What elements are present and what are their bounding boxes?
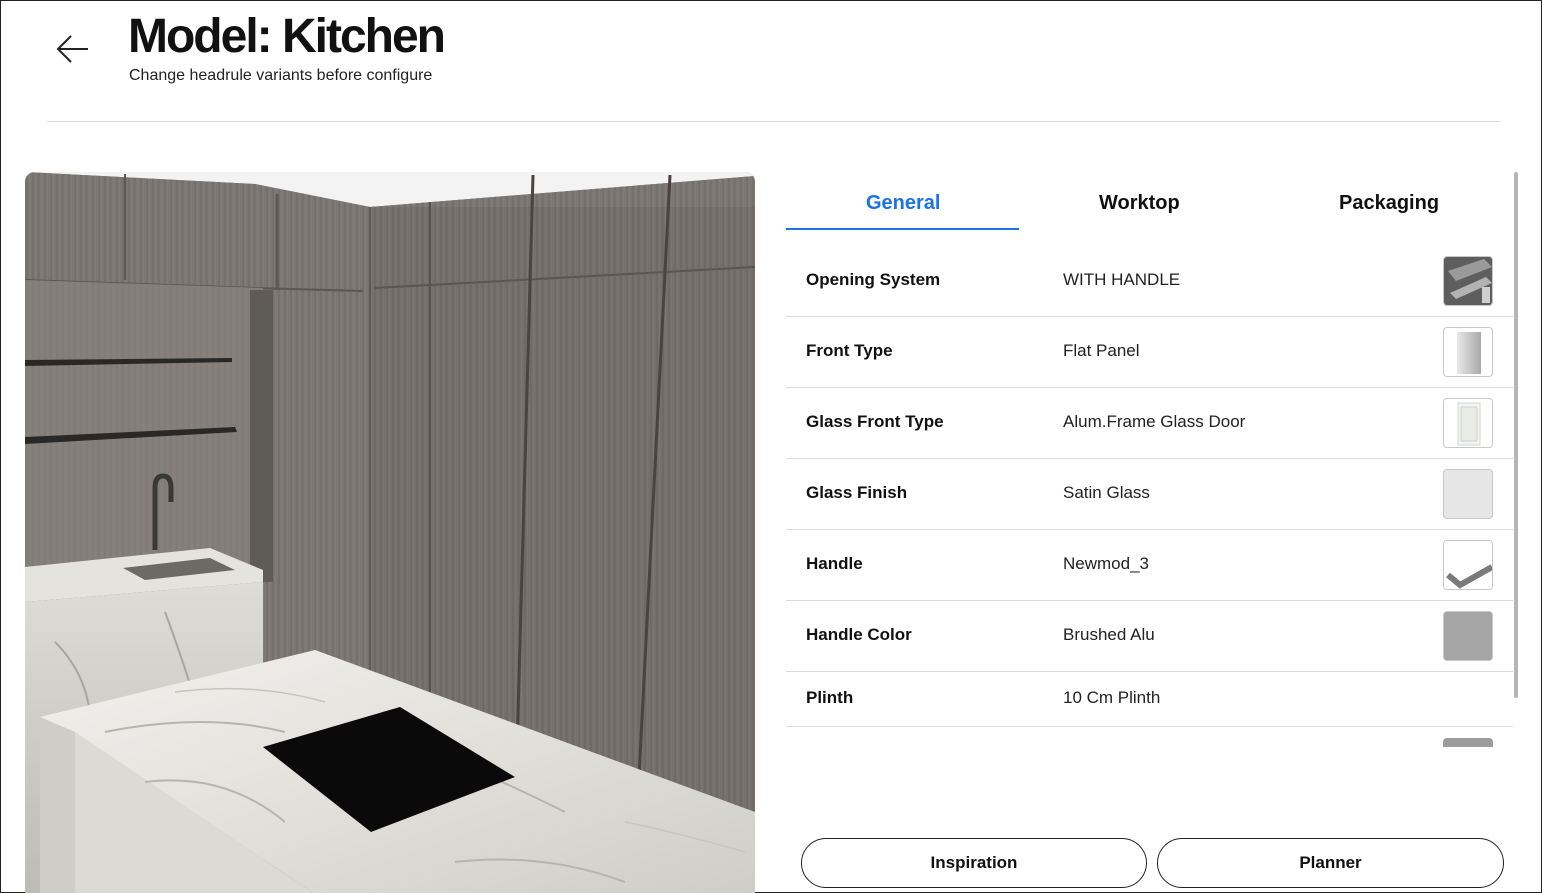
- option-label: Plinth: [806, 688, 854, 707]
- scrollbar-thumb[interactable]: [1514, 172, 1518, 698]
- option-value: Satin Glass: [1063, 483, 1150, 502]
- tab-general[interactable]: General: [866, 192, 940, 215]
- option-label: Glass Finish: [806, 483, 908, 502]
- inspiration-button[interactable]: Inspiration: [801, 838, 1147, 888]
- option-row-opening-system[interactable]: Opening System WITH HANDLE: [786, 246, 1513, 317]
- arrow-left-icon: [56, 35, 88, 63]
- options-panel: General Worktop Packaging Opening System…: [786, 172, 1513, 747]
- active-tab-indicator: [786, 228, 1019, 230]
- handle-shape-icon: [1446, 564, 1492, 589]
- tab-bar: General Worktop Packaging: [786, 172, 1513, 232]
- tab-packaging[interactable]: Packaging: [1339, 192, 1439, 215]
- app-window: Model: Kitchen Change headrule variants …: [0, 0, 1542, 893]
- option-value: WITH HANDLE: [1063, 270, 1181, 289]
- option-row-glass-front-type[interactable]: Glass Front Type Alum.Frame Glass Door: [786, 388, 1513, 459]
- kitchen-render: [25, 172, 755, 893]
- handle-thumbnail[interactable]: [1443, 540, 1493, 590]
- header-divider: [47, 121, 1500, 122]
- option-label: Glass Front Type: [806, 412, 944, 431]
- option-label: Opening System: [806, 270, 941, 289]
- option-value: 10 Cm Plinth: [1063, 688, 1161, 707]
- options-scrollbar[interactable]: [1513, 172, 1519, 747]
- option-row-front-type[interactable]: Front Type Flat Panel: [786, 317, 1513, 388]
- option-label: Front Type: [806, 341, 893, 360]
- glass-door-icon: [1457, 402, 1481, 446]
- page-title: Model: Kitchen: [128, 10, 446, 63]
- tab-worktop[interactable]: Worktop: [1099, 192, 1180, 215]
- option-label: Handle Color: [806, 625, 912, 644]
- option-value: Brushed Alu: [1063, 625, 1155, 644]
- option-row-glass-finish[interactable]: Glass Finish Satin Glass: [786, 459, 1513, 530]
- back-button[interactable]: [53, 29, 93, 69]
- glass-door-thumbnail[interactable]: [1443, 398, 1493, 448]
- flat-panel-thumbnail[interactable]: [1443, 327, 1493, 377]
- kitchen-3d-viewer[interactable]: [25, 172, 755, 893]
- brushed-alu-swatch[interactable]: [1443, 611, 1493, 661]
- option-value: Flat Panel: [1063, 341, 1140, 360]
- option-row-plinth[interactable]: Plinth 10 Cm Plinth: [786, 672, 1513, 727]
- satin-glass-swatch[interactable]: [1443, 469, 1493, 519]
- option-row-handle[interactable]: Handle Newmod_3: [786, 530, 1513, 601]
- option-list: Opening System WITH HANDLE Front Type Fl…: [786, 246, 1513, 727]
- next-option-swatch: [1443, 738, 1493, 747]
- option-value: Alum.Frame Glass Door: [1063, 412, 1246, 431]
- page-subtitle: Change headrule variants before configur…: [129, 67, 433, 84]
- planner-button[interactable]: Planner: [1157, 838, 1504, 888]
- flat-panel-icon: [1457, 332, 1481, 374]
- handle-profile-icon: [1444, 257, 1492, 305]
- option-label: Handle: [806, 554, 863, 573]
- option-row-handle-color[interactable]: Handle Color Brushed Alu: [786, 601, 1513, 672]
- option-value: Newmod_3: [1063, 554, 1149, 573]
- handle-profile-thumbnail[interactable]: [1443, 256, 1493, 306]
